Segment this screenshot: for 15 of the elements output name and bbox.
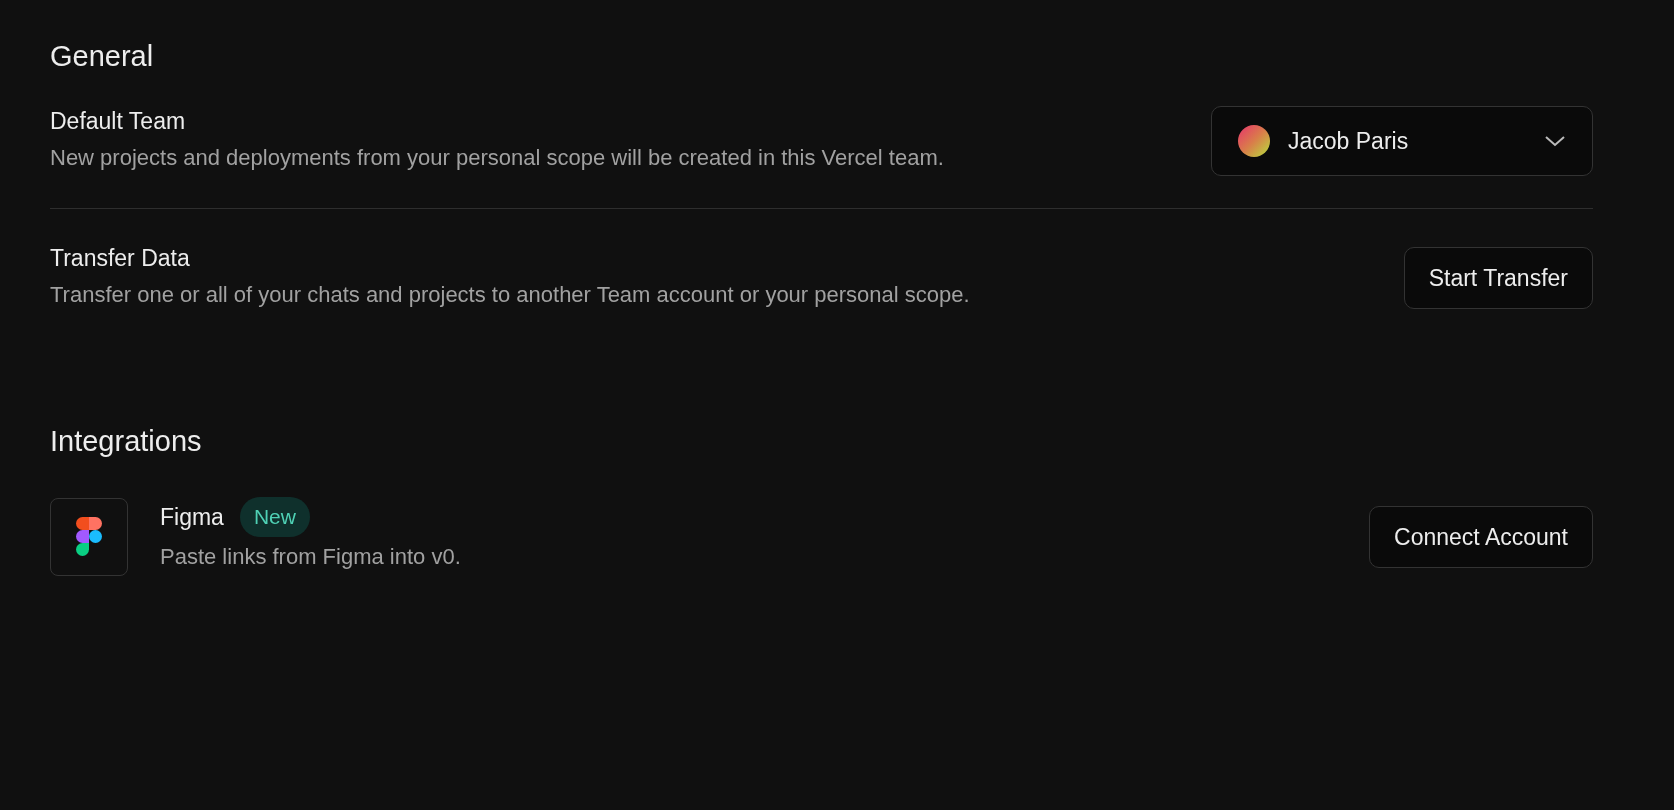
setting-description: Transfer one or all of your chats and projects to another Team account or your personal scope. — [50, 281, 971, 309]
integration-description: Paste links from Figma into v0. — [160, 543, 462, 571]
section-title: Integrations — [50, 424, 203, 459]
team-dropdown[interactable]: Jacob Paris — [1211, 106, 1593, 176]
avatar-icon — [1238, 125, 1270, 157]
connect-account-button[interactable]: Connect Account — [1369, 506, 1593, 568]
setting-description: New projects and deployments from your personal scope will be created in this Vercel team. — [50, 144, 945, 172]
integration-name: Figma — [160, 503, 224, 531]
setting-title: Default Team — [50, 107, 187, 136]
section-title: General — [50, 39, 155, 74]
new-badge: New — [239, 497, 310, 537]
chevron-down-icon — [1544, 135, 1566, 147]
setting-title: Transfer Data — [50, 244, 191, 273]
start-transfer-button[interactable]: Start Transfer — [1403, 247, 1593, 309]
figma-logo-icon — [50, 498, 128, 576]
